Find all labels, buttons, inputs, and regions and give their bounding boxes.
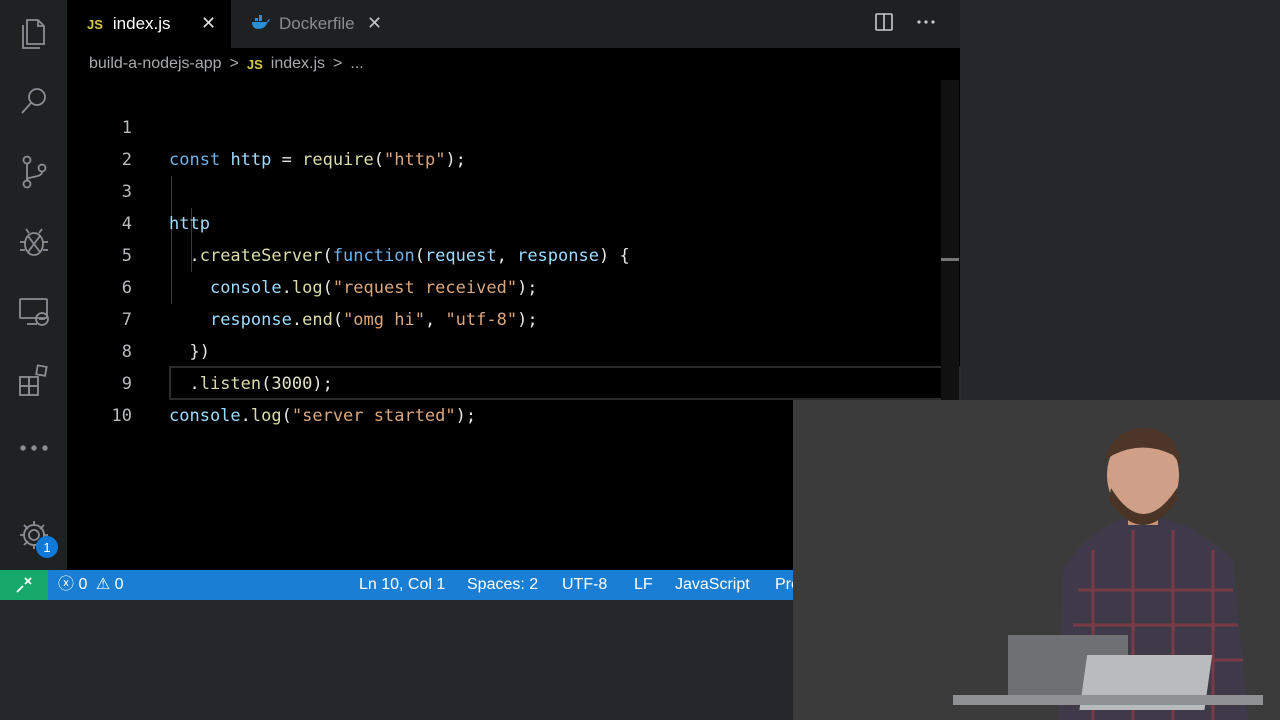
editor-actions [874, 12, 936, 37]
tab-label: Dockerfile [279, 14, 355, 33]
code-line: 2 [67, 112, 960, 170]
code-text: console.log("server started"); [169, 406, 477, 426]
docker-whale-icon [251, 14, 271, 34]
tab-dockerfile[interactable]: Dockerfile ✕ [231, 0, 397, 48]
close-icon[interactable]: ✕ [201, 13, 216, 34]
explorer-icon[interactable] [0, 4, 67, 64]
more-actions-icon[interactable] [916, 12, 936, 37]
code-line: 4 .createServer(function(request, respon… [67, 176, 960, 266]
search-icon[interactable] [0, 72, 67, 132]
error-count: 0 [78, 576, 88, 593]
warning-count: 0 [114, 576, 124, 593]
presenter-video [793, 400, 1280, 720]
extensions-icon[interactable] [0, 350, 67, 410]
line-number: 10 [111, 406, 132, 426]
chevron-right-icon: > [229, 55, 239, 72]
settings-badge: 1 [36, 536, 58, 558]
presenter-image [793, 400, 1280, 720]
breadcrumb-folder[interactable]: build-a-nodejs-app [89, 55, 222, 73]
code-line: 8 .listen(3000); [67, 304, 960, 394]
breadcrumb-file[interactable]: index.js [271, 55, 325, 73]
js-file-icon: JS [246, 56, 263, 72]
breadcrumb-ellipsis[interactable]: ... [350, 55, 363, 73]
split-editor-icon[interactable] [874, 12, 894, 37]
tab-label: index.js [112, 14, 171, 33]
tab-bar: JS index.js ✕ Dockerfile ✕ [67, 0, 960, 48]
error-icon: ⓧ [58, 576, 75, 593]
more-icon[interactable] [0, 418, 67, 478]
activity-bar: 1 [0, 0, 67, 570]
source-control-icon[interactable] [0, 142, 67, 202]
code-line: 5 console.log("request received"); [67, 208, 960, 298]
scrollbar-marker [941, 258, 959, 261]
remote-indicator-button[interactable] [0, 570, 48, 600]
remote-explorer-icon[interactable] [0, 282, 67, 342]
code-line: 7 }) [67, 272, 960, 362]
encoding-setting[interactable]: UTF-8 [562, 570, 607, 600]
js-file-icon: JS [87, 16, 103, 32]
language-mode[interactable]: JavaScript [675, 570, 750, 600]
breadcrumb: build-a-nodejs-app > JS index.js > ... [67, 48, 960, 80]
tab-index-js[interactable]: JS index.js ✕ [67, 0, 231, 48]
code-line: 1 const http = require("http"); [67, 80, 960, 170]
indentation-setting[interactable]: Spaces: 2 [467, 570, 538, 600]
debug-icon[interactable] [0, 212, 67, 272]
eol-setting[interactable]: LF [634, 570, 653, 600]
code-line: 6 response.end("omg hi", "utf-8"); [67, 240, 960, 330]
code-line: 10 [67, 368, 960, 426]
warning-icon: ⚠ [95, 576, 111, 593]
problems-indicator[interactable]: ⓧ 0 ⚠ 0 [58, 570, 124, 600]
cursor-position[interactable]: Ln 10, Col 1 [359, 570, 445, 600]
chevron-right-icon: > [333, 55, 343, 72]
code-line: 9 console.log("server started"); [67, 336, 960, 426]
settings-gear-icon[interactable] [0, 505, 67, 565]
close-icon[interactable]: ✕ [367, 13, 382, 34]
code-line: 3 http [67, 144, 960, 234]
